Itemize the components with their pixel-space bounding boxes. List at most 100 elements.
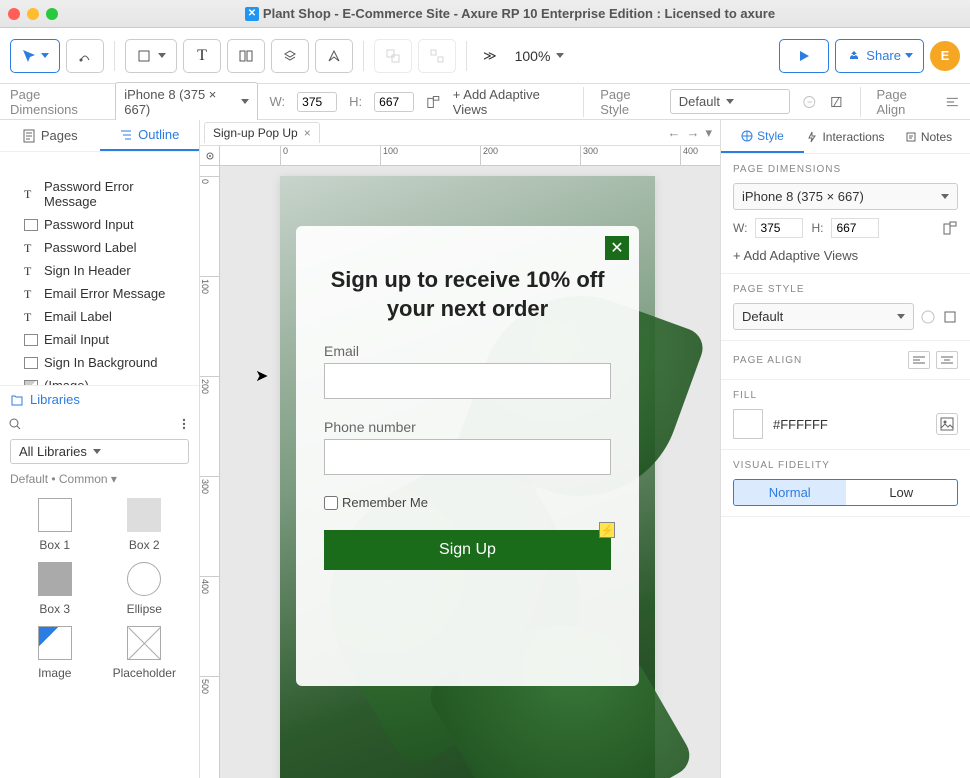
outline-item[interactable]: Sign In Background: [0, 351, 199, 374]
close-tab-icon[interactable]: ×: [304, 126, 311, 140]
align-left-button[interactable]: [908, 351, 930, 369]
create-style-icon-right[interactable]: [942, 309, 958, 325]
canvas-area: Sign-up Pop Up× ← → ▾ 0100200300400 0100…: [200, 120, 720, 778]
maximize-window-button[interactable]: [46, 8, 58, 20]
canvas[interactable]: ✕ Sign up to receive 10% off your next o…: [220, 166, 720, 778]
window-titlebar: ✕Plant Shop - E-Commerce Site - Axure RP…: [0, 0, 970, 28]
tab-interactions[interactable]: Interactions: [804, 120, 887, 153]
widget-library-grid: Box 1Box 2Box 3EllipseImagePlaceholder: [0, 490, 199, 688]
align-center-button[interactable]: [936, 351, 958, 369]
user-avatar[interactable]: E: [930, 41, 960, 71]
minimize-window-button[interactable]: [27, 8, 39, 20]
outline-item[interactable]: TSign In Header: [0, 259, 199, 282]
outline-search-input[interactable]: [14, 156, 190, 171]
fill-section-title: FILL: [733, 390, 958, 401]
tab-notes[interactable]: Notes: [887, 120, 970, 153]
vertical-ruler[interactable]: 0100200300400500: [200, 166, 220, 778]
fill-swatch[interactable]: [733, 409, 763, 439]
zoom-control[interactable]: 100%: [509, 48, 571, 64]
preview-button[interactable]: [779, 39, 829, 73]
group-tool[interactable]: [374, 39, 412, 73]
select-tool[interactable]: [10, 39, 60, 73]
outline-item[interactable]: TPassword Error Message: [0, 175, 199, 213]
page-style-dropdown[interactable]: Default: [670, 89, 790, 114]
visual-fidelity-toggle[interactable]: Normal Low: [733, 479, 958, 506]
share-button[interactable]: Share: [835, 39, 924, 73]
width-input-right[interactable]: [755, 218, 803, 238]
page-style-dropdown-right[interactable]: Default: [733, 303, 914, 330]
fidelity-normal[interactable]: Normal: [734, 480, 846, 505]
lib-menu-icon[interactable]: [177, 417, 191, 431]
widget-placeholder[interactable]: Placeholder: [100, 626, 190, 680]
tab-style[interactable]: Style: [721, 120, 804, 153]
update-style-icon[interactable]: [802, 94, 817, 110]
page-style-label: Page Style: [600, 87, 658, 117]
page-align-label: Page Align: [876, 87, 933, 117]
widget-box1[interactable]: Box 1: [10, 498, 100, 552]
nav-forward-icon[interactable]: →: [686, 125, 699, 141]
height-input[interactable]: [374, 92, 414, 112]
library-dropdown[interactable]: All Libraries: [10, 439, 189, 464]
ungroup-tool[interactable]: [418, 39, 456, 73]
outline-item[interactable]: Password Input: [0, 213, 199, 236]
text-tool[interactable]: T: [183, 39, 221, 73]
height-label-right: H:: [811, 221, 823, 235]
fidelity-low[interactable]: Low: [846, 480, 958, 505]
left-panel: Pages Outline TPassword Error MessagePas…: [0, 120, 200, 778]
outline-item[interactable]: Email Input: [0, 328, 199, 351]
nav-menu-icon[interactable]: ▾: [705, 125, 712, 141]
connector-tool[interactable]: [66, 39, 104, 73]
close-popup-button[interactable]: ✕: [605, 236, 629, 260]
signup-popup: ✕ Sign up to receive 10% off your next o…: [296, 226, 639, 686]
fill-value: #FFFFFF: [773, 417, 828, 432]
signup-button[interactable]: Sign Up⚡: [324, 530, 611, 570]
page-style-section-title: PAGE STYLE: [733, 284, 958, 295]
orientation-toggle-icon[interactable]: [426, 94, 441, 110]
outline-item[interactable]: TEmail Label: [0, 305, 199, 328]
more-tools[interactable]: ≫: [477, 48, 503, 64]
widget-box2[interactable]: Box 2: [100, 498, 190, 552]
tab-outline[interactable]: Outline: [100, 120, 200, 151]
outline-item[interactable]: TPassword Label: [0, 236, 199, 259]
insert-tool[interactable]: [227, 39, 265, 73]
shape-tool[interactable]: [125, 39, 177, 73]
remember-checkbox[interactable]: Remember Me: [324, 495, 611, 510]
width-input[interactable]: [297, 92, 337, 112]
update-style-icon-right[interactable]: [920, 309, 936, 325]
popup-heading: Sign up to receive 10% off your next ord…: [324, 266, 611, 323]
tab-pages[interactable]: Pages: [0, 120, 100, 151]
align-left-icon[interactable]: [945, 94, 960, 110]
email-input[interactable]: [324, 363, 611, 399]
add-adaptive-views-link-right[interactable]: + Add Adaptive Views: [733, 248, 958, 263]
outline-list: TPassword Error MessagePassword InputTPa…: [0, 175, 199, 385]
phone-label: Phone number: [324, 419, 611, 435]
outline-item[interactable]: TEmail Error Message: [0, 282, 199, 305]
horizontal-ruler[interactable]: 0100200300400: [220, 146, 720, 166]
interaction-indicator-icon: ⚡: [599, 522, 615, 538]
document-tab[interactable]: Sign-up Pop Up×: [204, 122, 320, 143]
create-style-icon[interactable]: [829, 94, 844, 110]
page-dimensions-label: Page Dimensions: [10, 87, 103, 117]
outline-item[interactable]: (Image): [0, 374, 199, 385]
widget-image[interactable]: Image: [10, 626, 100, 680]
nav-back-icon[interactable]: ←: [667, 125, 680, 141]
libraries-header[interactable]: Libraries: [0, 386, 199, 413]
widget-box3[interactable]: Box 3: [10, 562, 100, 616]
app-icon: ✕: [245, 7, 259, 21]
widget-ellipse[interactable]: Ellipse: [100, 562, 190, 616]
phone-input[interactable]: [324, 439, 611, 475]
library-category[interactable]: Default • Common ▾: [0, 468, 199, 490]
layers-tool[interactable]: [271, 39, 309, 73]
lib-search-icon[interactable]: [8, 417, 22, 431]
device-dropdown[interactable]: iPhone 8 (375 × 667): [115, 82, 257, 122]
add-adaptive-views-link[interactable]: + Add Adaptive Views: [453, 87, 568, 117]
document-tabs: Sign-up Pop Up× ← → ▾: [200, 120, 720, 146]
fill-image-icon[interactable]: [936, 413, 958, 435]
ruler-origin[interactable]: [200, 146, 220, 166]
main-toolbar: T ≫ 100% Share E: [0, 28, 970, 84]
orientation-icon-right[interactable]: [942, 220, 958, 236]
height-input-right[interactable]: [831, 218, 879, 238]
pen-tool[interactable]: [315, 39, 353, 73]
close-window-button[interactable]: [8, 8, 20, 20]
device-dropdown-right[interactable]: iPhone 8 (375 × 667): [733, 183, 958, 210]
